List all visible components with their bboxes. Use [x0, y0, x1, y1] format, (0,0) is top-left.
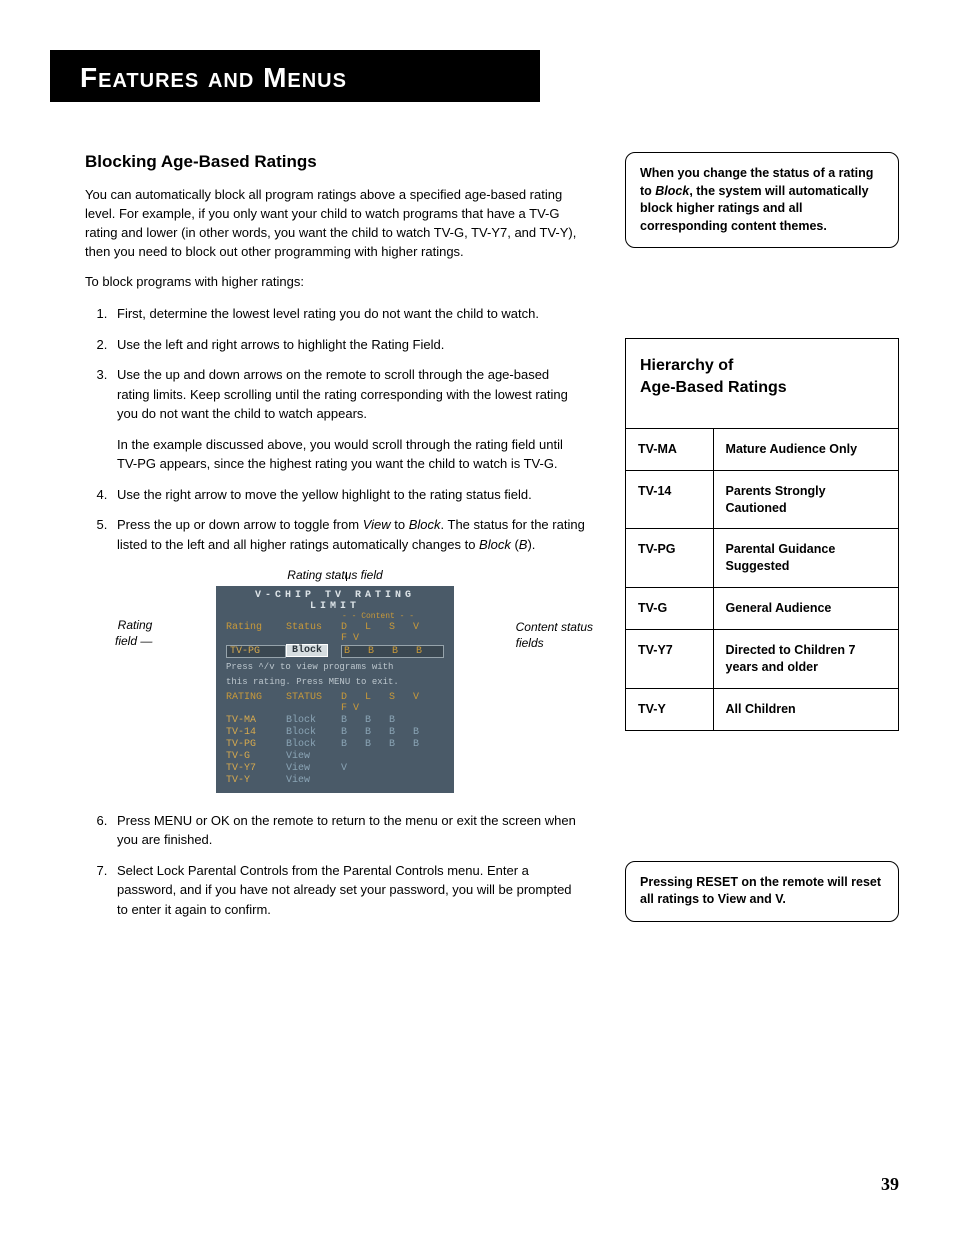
- osd-header-row: Rating Status D L S V FV: [226, 622, 444, 644]
- osd-data-row: TV-14BlockB B B B: [226, 727, 444, 738]
- osd-data-row: TV-Y7View V: [226, 763, 444, 774]
- step-3: Use the up and down arrows on the remote…: [111, 365, 585, 424]
- tv-screen-figure: Rating status field Ratingfield — Conten…: [85, 568, 585, 793]
- hierarchy-title: Hierarchy ofAge-Based Ratings: [626, 339, 898, 428]
- chapter-banner: Features and Menus: [50, 50, 540, 102]
- hierarchy-row: TV-14Parents Strongly Cautioned: [626, 470, 898, 529]
- main-column: Blocking Age-Based Ratings You can autom…: [85, 152, 585, 952]
- hierarchy-row: TV-MAMature Audience Only: [626, 428, 898, 470]
- hierarchy-row: TV-GGeneral Audience: [626, 588, 898, 630]
- rating-desc: Parental Guidance Suggested: [713, 529, 898, 588]
- rating-desc: Directed to Children 7 years and older: [713, 630, 898, 689]
- rating-code: TV-Y: [626, 688, 713, 729]
- sidebar-column: When you change the status of a rating t…: [625, 152, 899, 952]
- step-7: Select Lock Parental Controls from the P…: [111, 861, 585, 920]
- step-5: Press the up or down arrow to toggle fro…: [111, 515, 585, 554]
- label-rating-field: Ratingfield —: [115, 618, 152, 649]
- hierarchy-row: TV-YAll Children: [626, 688, 898, 729]
- rating-code: TV-MA: [626, 428, 713, 470]
- osd-data-row: TV-GView: [226, 751, 444, 762]
- chapter-title: Features and Menus: [80, 62, 347, 93]
- rating-code: TV-PG: [626, 529, 713, 588]
- hierarchy-row: TV-PGParental Guidance Suggested: [626, 529, 898, 588]
- osd-content-label: - - Content - -: [226, 612, 414, 621]
- callout-reset-note: Pressing RESET on the remote will reset …: [625, 861, 899, 922]
- label-status-field: Rating status field: [85, 568, 585, 582]
- section-heading: Blocking Age-Based Ratings: [85, 152, 585, 172]
- hierarchy-table-box: Hierarchy ofAge-Based Ratings TV-MAMatur…: [625, 338, 899, 731]
- rating-code: TV-Y7: [626, 630, 713, 689]
- steps-list-cont1: Use the right arrow to move the yellow h…: [111, 485, 585, 555]
- rating-code: TV-G: [626, 588, 713, 630]
- osd-help-line-1: Press ^/v to view programs with: [226, 662, 444, 673]
- hierarchy-row: TV-Y7Directed to Children 7 years and ol…: [626, 630, 898, 689]
- steps-list: First, determine the lowest level rating…: [111, 304, 585, 424]
- rating-code: TV-14: [626, 470, 713, 529]
- hierarchy-table: TV-MAMature Audience OnlyTV-14Parents St…: [626, 428, 898, 730]
- osd-title: V-CHIP TV RATING LIMIT: [226, 590, 444, 612]
- steps-list-cont2: Press MENU or OK on the remote to return…: [111, 811, 585, 920]
- osd-help-line-2: this rating. Press MENU to exit.: [226, 677, 444, 688]
- osd-data-row: TV-MABlock B B B: [226, 715, 444, 726]
- step-4: Use the right arrow to move the yellow h…: [111, 485, 585, 505]
- rating-desc: Parents Strongly Cautioned: [713, 470, 898, 529]
- osd-selected-row: TV-PG Block B B B B: [226, 645, 444, 658]
- tv-osd-screen: V-CHIP TV RATING LIMIT - - Content - - R…: [216, 586, 454, 793]
- rating-desc: Mature Audience Only: [713, 428, 898, 470]
- intro-paragraph: You can automatically block all program …: [85, 186, 585, 261]
- osd-table-header: RATING STATUS D L S V FV: [226, 692, 444, 714]
- osd-data-row: TV-YView: [226, 775, 444, 786]
- rating-desc: General Audience: [713, 588, 898, 630]
- rating-desc: All Children: [713, 688, 898, 729]
- step-3-extra: In the example discussed above, you woul…: [117, 435, 585, 474]
- page-number: 39: [881, 1174, 899, 1195]
- callout-block-note: When you change the status of a rating t…: [625, 152, 899, 248]
- step-1: First, determine the lowest level rating…: [111, 304, 585, 324]
- step-2: Use the left and right arrows to highlig…: [111, 335, 585, 355]
- osd-data-row: TV-PGBlockB B B B: [226, 739, 444, 750]
- label-content-fields: Content statusfields: [516, 620, 593, 651]
- step-6: Press MENU or OK on the remote to return…: [111, 811, 585, 850]
- lead-paragraph: To block programs with higher ratings:: [85, 273, 585, 292]
